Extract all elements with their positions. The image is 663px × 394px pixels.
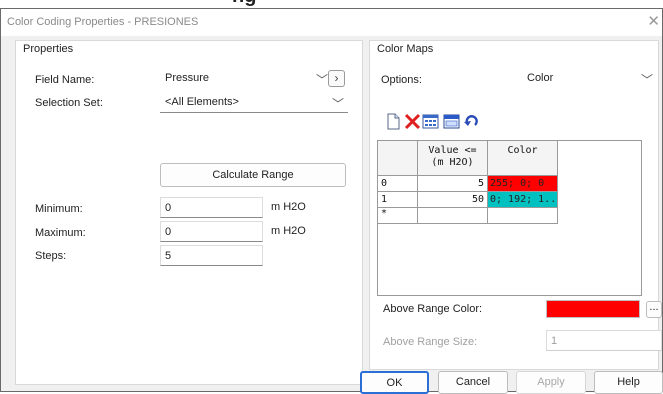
delete-icon[interactable] bbox=[404, 113, 421, 130]
calendar-icon[interactable] bbox=[443, 113, 460, 130]
chevron-down-icon: ﹀ bbox=[315, 73, 328, 87]
ok-button[interactable]: OK bbox=[360, 371, 429, 394]
minimum-input[interactable]: 0 bbox=[160, 197, 263, 218]
window-title: Color Coding Properties - PRESIONES bbox=[7, 16, 199, 28]
color-maps-group-label: Color Maps bbox=[377, 43, 434, 55]
steps-input[interactable]: 5 bbox=[160, 245, 263, 266]
ramp-icon[interactable] bbox=[422, 113, 439, 130]
chevron-down-icon: ﹀ bbox=[640, 73, 653, 87]
table-cell-color[interactable]: 255; 0; 0 bbox=[488, 176, 558, 192]
maximum-label: Maximum: bbox=[35, 227, 86, 239]
selection-set-label: Selection Set: bbox=[35, 97, 103, 109]
table-corner bbox=[378, 141, 418, 176]
table-cell-value[interactable]: 50 bbox=[418, 192, 488, 208]
chevron-down-icon: ﹀ bbox=[331, 97, 344, 111]
new-icon[interactable] bbox=[385, 113, 402, 130]
steps-label: Steps: bbox=[35, 250, 67, 262]
maximum-unit: m H2O bbox=[271, 225, 306, 237]
apply-button[interactable]: Apply bbox=[516, 371, 586, 394]
color-coding-dialog: Color Coding Properties - PRESIONES ✕ Pr… bbox=[0, 8, 663, 394]
maximum-input[interactable]: 0 bbox=[160, 221, 263, 242]
background-caption: ng bbox=[0, 0, 663, 8]
color-map-table[interactable]: Value <= (m H2O) Color 0 5 255; 0; 0 1 5… bbox=[377, 140, 642, 296]
row-index: 1 bbox=[378, 192, 418, 208]
title-bar: Color Coding Properties - PRESIONES ✕ bbox=[1, 9, 662, 36]
options-select[interactable]: Color ﹀ bbox=[519, 69, 657, 89]
table-cell-value[interactable]: 5 bbox=[418, 176, 488, 192]
cancel-button[interactable]: Cancel bbox=[438, 371, 508, 394]
selection-set-select[interactable]: <All Elements> ﹀ bbox=[160, 93, 348, 113]
color-column-header[interactable]: Color bbox=[488, 141, 558, 176]
new-row-value[interactable] bbox=[418, 208, 488, 224]
field-name-select[interactable]: Pressure ﹀ bbox=[160, 69, 332, 89]
minimum-unit: m H2O bbox=[271, 201, 306, 213]
properties-panel: Properties Field Name: Pressure ﹀ › Sele… bbox=[15, 40, 363, 385]
initialize-icon[interactable] bbox=[463, 113, 480, 130]
help-button[interactable]: Help bbox=[594, 371, 663, 394]
calculate-range-button[interactable]: Calculate Range bbox=[160, 163, 346, 187]
row-index: 0 bbox=[378, 176, 418, 192]
above-range-size-input[interactable]: 1 bbox=[546, 330, 662, 351]
above-range-color-button[interactable]: ... bbox=[646, 301, 662, 318]
minimum-label: Minimum: bbox=[35, 203, 83, 215]
above-range-color-swatch[interactable] bbox=[546, 300, 640, 318]
options-label: Options: bbox=[381, 74, 422, 86]
new-row-marker: * bbox=[378, 208, 418, 224]
properties-group-label: Properties bbox=[23, 43, 74, 55]
value-column-header[interactable]: Value <= (m H2O) bbox=[418, 141, 488, 176]
close-icon[interactable]: ✕ bbox=[647, 12, 660, 30]
above-range-size-label: Above Range Size: bbox=[383, 336, 478, 348]
new-row-color[interactable] bbox=[488, 208, 558, 224]
field-name-next-button[interactable]: › bbox=[328, 70, 345, 87]
table-cell-color[interactable]: 0; 192; 1... bbox=[488, 192, 558, 208]
field-name-label: Field Name: bbox=[35, 74, 95, 86]
above-range-color-label: Above Range Color: bbox=[383, 303, 483, 315]
